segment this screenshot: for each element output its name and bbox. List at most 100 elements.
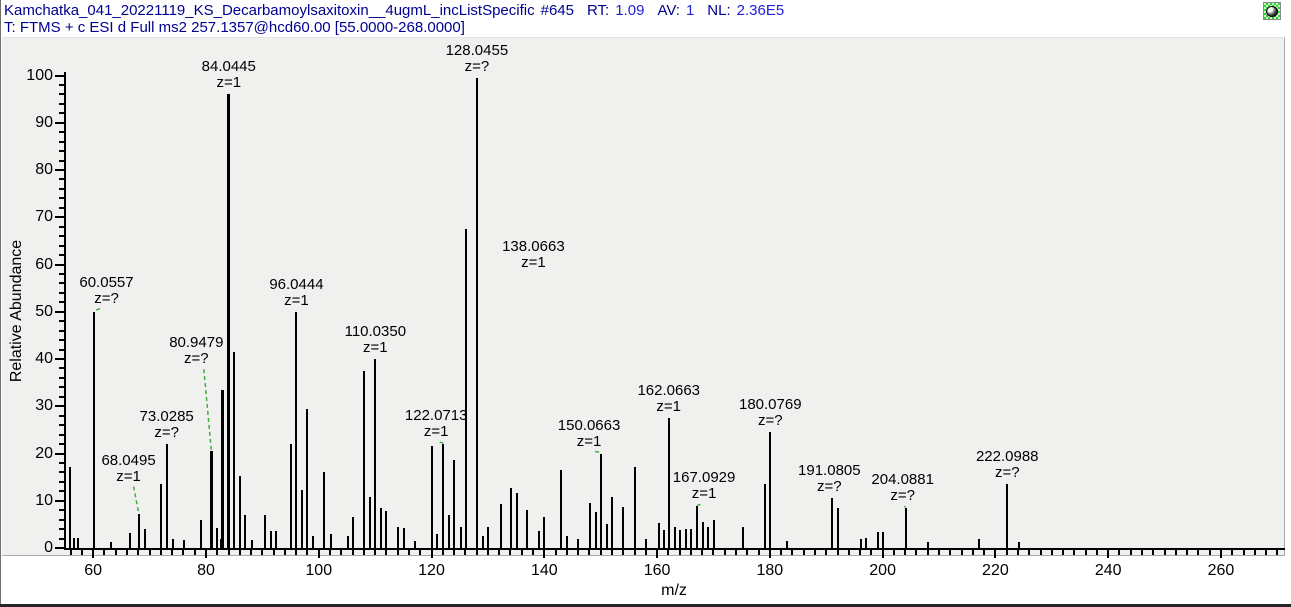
peak-label: 222.0988z=? [942, 449, 1072, 481]
y-minor-tick [59, 519, 64, 521]
peak-bar [275, 531, 277, 548]
peak-charge-value: z=1 [371, 424, 501, 440]
peak-bar [696, 506, 698, 548]
peak-label: 150.0663z=1 [524, 418, 654, 450]
peak-bar [543, 517, 545, 548]
peak-bar [622, 507, 624, 548]
x-minor-tick [972, 550, 974, 555]
y-major-tick [55, 169, 64, 171]
y-minor-tick [59, 320, 64, 322]
x-minor-tick [1243, 550, 1245, 555]
peak-bar [73, 538, 75, 548]
x-minor-tick [555, 550, 557, 555]
x-minor-tick [273, 550, 275, 555]
x-minor-tick [791, 550, 793, 555]
peak-charge-value: z=? [131, 351, 261, 367]
x-tick-label: 260 [1191, 562, 1251, 580]
x-minor-tick [137, 550, 139, 555]
peak-charge-value: z=1 [468, 255, 598, 271]
x-tick-label: 140 [514, 562, 574, 580]
y-major-tick [55, 405, 64, 407]
peak-charge-value: z=? [838, 488, 968, 504]
peak-bar [93, 312, 95, 548]
x-minor-tick [385, 550, 387, 555]
x-minor-tick [915, 550, 917, 555]
peak-bar [369, 497, 371, 548]
peak-bar [403, 528, 405, 548]
x-minor-tick [814, 550, 816, 555]
x-minor-tick [600, 550, 602, 555]
peak-bar [436, 534, 438, 548]
x-minor-tick [927, 550, 929, 555]
peak-bar [183, 540, 185, 548]
spectrum-plot[interactable]: 0102030405060708090100608010012014016018… [0, 0, 1291, 607]
y-tick-label: 100 [11, 67, 53, 85]
x-minor-tick [1062, 550, 1064, 555]
y-axis-title: Relative Abundance [8, 240, 26, 382]
label-leader-line [134, 487, 139, 513]
label-leader-line [904, 506, 906, 507]
peak-bar [595, 512, 597, 548]
x-minor-tick [780, 550, 782, 555]
peak-bar [882, 532, 884, 548]
y-minor-tick [59, 197, 64, 199]
peak-label: 73.0285z=? [102, 409, 232, 441]
y-minor-tick [59, 396, 64, 398]
peak-bar [301, 490, 303, 548]
peak-mass-value: 68.0495 [64, 453, 194, 469]
peak-charge-value: z=1 [639, 486, 769, 502]
peak-label: 96.0444z=1 [231, 277, 361, 309]
peak-bar [295, 312, 297, 548]
peak-bar [742, 527, 744, 548]
peak-label: 84.0445z=1 [164, 59, 294, 91]
peak-bar [465, 229, 467, 548]
x-minor-tick [837, 550, 839, 555]
peak-charge-value: z=? [942, 465, 1072, 481]
x-minor-tick [250, 550, 252, 555]
x-minor-tick [735, 550, 737, 555]
peak-bar [679, 530, 681, 548]
peak-bar [233, 352, 235, 548]
peak-mass-value: 128.0455 [412, 43, 542, 59]
peak-mass-value: 150.0663 [524, 418, 654, 434]
label-leader-line [595, 452, 601, 453]
peak-bar [538, 531, 540, 548]
peak-mass-value: 96.0444 [231, 277, 361, 293]
peak-bar [290, 444, 292, 548]
peak-bar [707, 527, 709, 548]
peak-bar [380, 508, 382, 548]
y-minor-tick [59, 528, 64, 530]
peak-bar [685, 529, 687, 548]
peak-bar [476, 78, 478, 548]
x-minor-tick [126, 550, 128, 555]
y-major-tick [55, 547, 64, 549]
x-minor-tick [419, 550, 421, 555]
peak-charge-value: z=? [42, 291, 172, 307]
x-minor-tick [239, 550, 241, 555]
peak-bar [510, 488, 512, 548]
y-tick-label: 20 [11, 445, 53, 463]
peak-label: 138.0663z=1 [468, 239, 598, 271]
peak-bar [702, 522, 704, 548]
peak-bar [674, 527, 676, 548]
peak-label: 60.0557z=? [42, 275, 172, 307]
x-major-tick [205, 550, 207, 558]
y-major-tick [55, 216, 64, 218]
y-minor-tick [59, 93, 64, 95]
peak-bar [352, 517, 354, 548]
peak-bar [611, 497, 613, 548]
y-minor-tick [59, 112, 64, 114]
peak-label: 110.0350z=1 [310, 324, 440, 356]
x-minor-tick [306, 550, 308, 555]
peak-label: 180.0769z=? [705, 397, 835, 429]
peak-bar [645, 539, 647, 548]
peak-charge-value: z=? [102, 425, 232, 441]
x-minor-tick [464, 550, 466, 555]
peak-bar [239, 476, 241, 548]
y-minor-tick [59, 443, 64, 445]
peak-bar [210, 451, 213, 548]
label-leader-line [697, 504, 701, 505]
x-minor-tick [803, 550, 805, 555]
x-minor-tick [329, 550, 331, 555]
x-major-tick [92, 550, 94, 558]
